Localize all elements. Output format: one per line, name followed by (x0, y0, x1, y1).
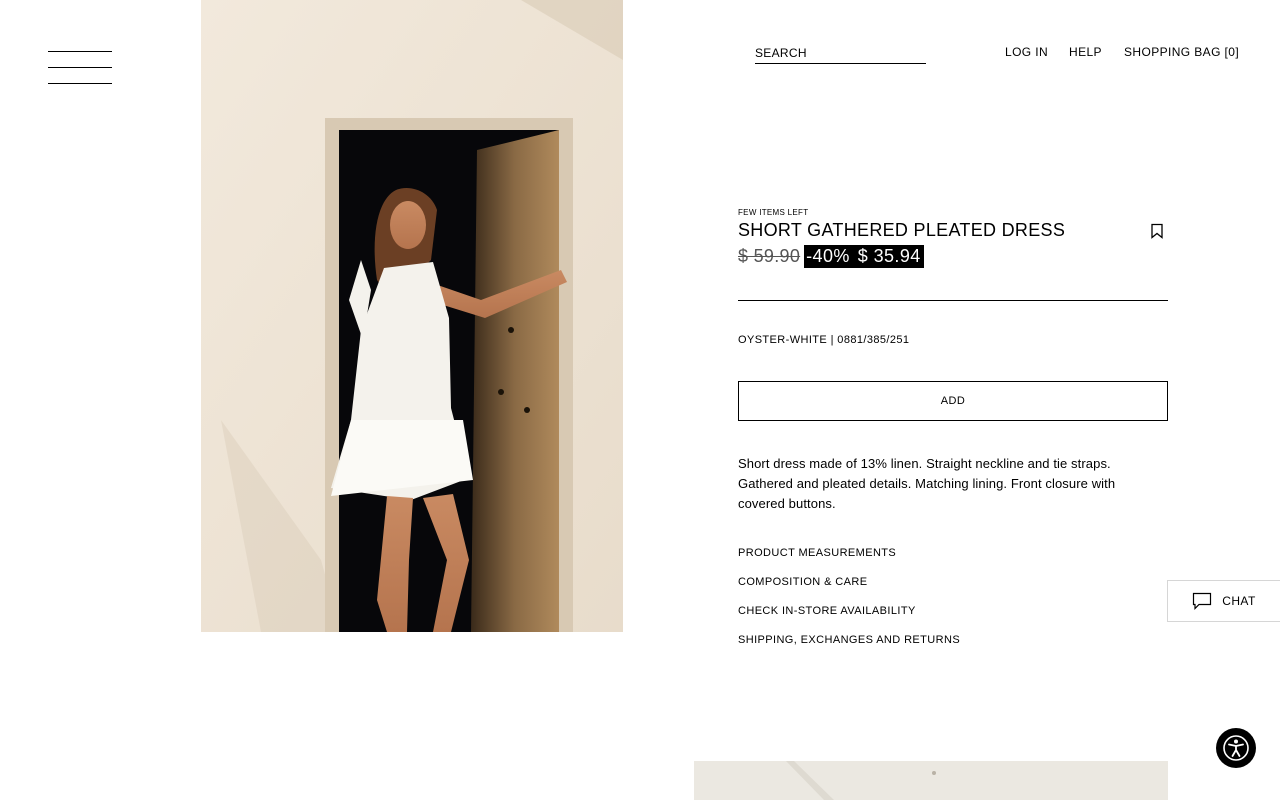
bookmark-icon[interactable] (1150, 223, 1164, 239)
hamburger-menu-icon[interactable] (48, 51, 112, 85)
product-secondary-image[interactable] (694, 761, 1168, 800)
store-availability-link[interactable]: CHECK IN-STORE AVAILABILITY (738, 605, 960, 634)
search-input[interactable] (755, 45, 926, 61)
chat-bubble-icon (1193, 592, 1212, 610)
shopping-bag-link[interactable]: SHOPPING BAG [0] (1124, 45, 1239, 59)
stock-badge: FEW ITEMS LEFT (738, 208, 809, 217)
search-field[interactable] (755, 44, 926, 64)
product-info-links: PRODUCT MEASUREMENTS COMPOSITION & CARE … (738, 547, 960, 663)
color-reference: OYSTER-WHITE | 0881/385/251 (738, 334, 910, 346)
sale-price-box: -40% $ 35.94 (804, 245, 924, 268)
chat-label: CHAT (1222, 594, 1256, 608)
login-link[interactable]: LOG IN (1005, 45, 1048, 59)
add-to-bag-button[interactable]: ADD (738, 381, 1168, 421)
product-measurements-link[interactable]: PRODUCT MEASUREMENTS (738, 547, 960, 576)
shipping-returns-link[interactable]: SHIPPING, EXCHANGES AND RETURNS (738, 634, 960, 663)
product-info: FEW ITEMS LEFT SHORT GATHERED PLEATED DR… (738, 208, 1168, 269)
product-description: Short dress made of 13% linen. Straight … (738, 456, 1116, 511)
chat-button[interactable]: CHAT (1167, 580, 1280, 622)
help-link[interactable]: HELP (1069, 45, 1102, 59)
discount-percent: -40% (806, 246, 850, 266)
original-price: $ 59.90 (738, 246, 801, 266)
product-main-image[interactable] (201, 0, 623, 632)
sale-price: $ 35.94 (857, 246, 921, 266)
divider (738, 300, 1168, 301)
composition-care-link[interactable]: COMPOSITION & CARE (738, 576, 960, 605)
product-title: SHORT GATHERED PLEATED DRESS (738, 220, 1066, 240)
price-row: $ 59.90 -40% $ 35.94 (738, 244, 1168, 269)
accessibility-icon[interactable] (1216, 728, 1256, 768)
